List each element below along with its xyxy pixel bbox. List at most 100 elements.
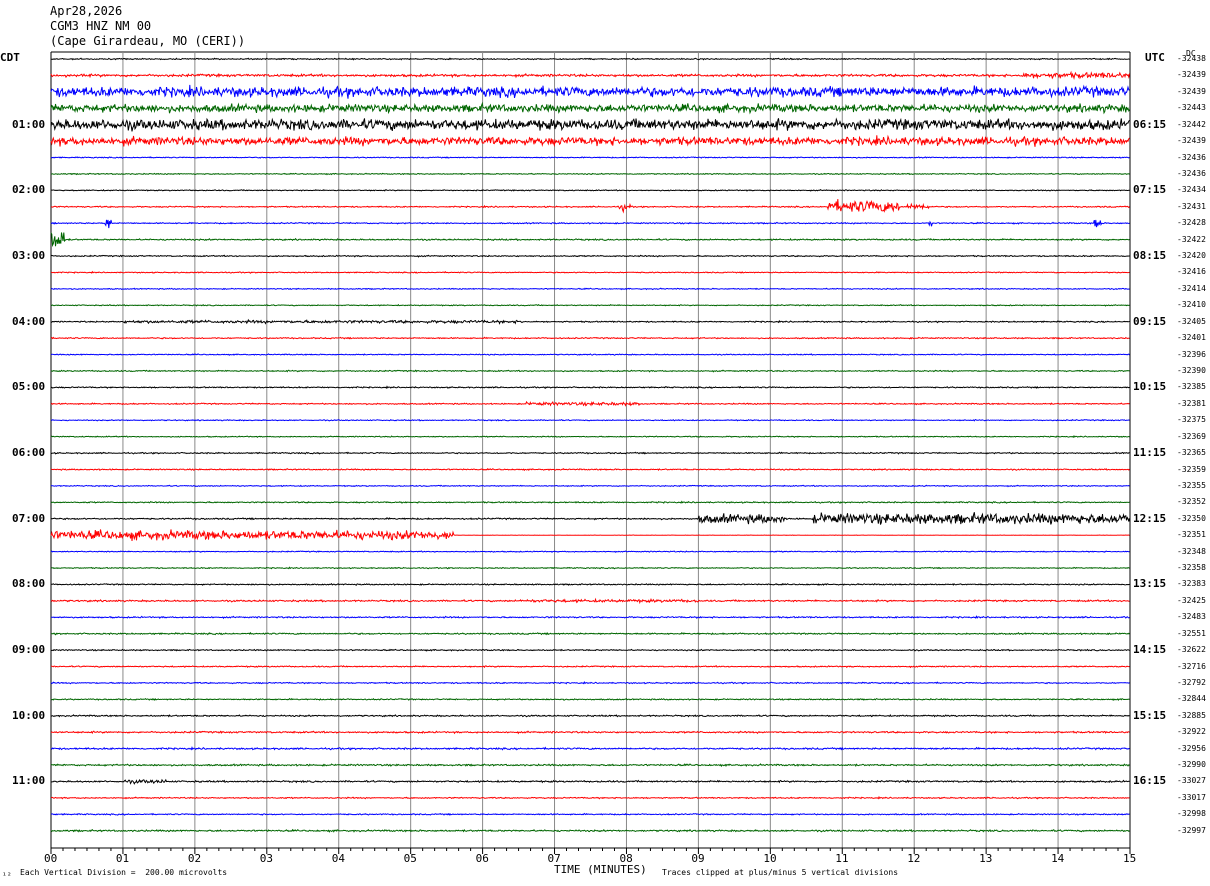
trace-33 — [50, 597, 1130, 605]
trace-44 — [50, 778, 1130, 785]
right-hour-label: 08:15 — [1133, 249, 1167, 263]
x-axis-ticks — [50, 848, 1131, 854]
dc-offset-label: -32431 — [1177, 201, 1206, 211]
trace-10 — [50, 219, 1130, 229]
dc-offset-label: -32383 — [1177, 579, 1206, 589]
x-tick-label: 02 — [187, 852, 202, 865]
dc-offset-label: -32351 — [1177, 530, 1206, 540]
dc-offset-label: -32385 — [1177, 382, 1206, 392]
trace-20 — [50, 385, 1130, 390]
dc-offset-label: -32422 — [1177, 234, 1206, 244]
x-tick-label: 13 — [979, 852, 993, 865]
x-tick-label: 14 — [1051, 852, 1065, 865]
dc-offset-label: -32436 — [1177, 152, 1206, 162]
dc-offset-label: -32483 — [1177, 612, 1206, 622]
dc-offset-label: -32844 — [1177, 694, 1206, 704]
x-tick-label: 06 — [475, 852, 489, 865]
x-tick-label: 15 — [1123, 852, 1137, 865]
x-tick-label: 12 — [907, 852, 921, 865]
trace-22 — [50, 418, 1130, 422]
dc-offset-label: -32434 — [1177, 185, 1206, 195]
right-hour-label: 07:15 — [1133, 183, 1167, 197]
dc-offset-label: -32405 — [1177, 316, 1206, 326]
trace-30 — [50, 550, 1130, 554]
scale-note: Each Vertical Division = 200.00 microvol… — [20, 868, 228, 877]
trace-3 — [50, 101, 1130, 115]
trace-8 — [50, 189, 1130, 192]
x-tick-label: 01 — [115, 852, 130, 865]
grid-lines — [50, 51, 1131, 849]
dc-offset-label: -32792 — [1177, 677, 1206, 687]
dc-offset-label: -32358 — [1177, 563, 1206, 573]
trace-36 — [50, 648, 1130, 652]
dc-offset-label: -32414 — [1177, 283, 1206, 293]
left-hour-label: 03:00 — [12, 249, 46, 263]
trace-25 — [50, 467, 1130, 472]
dc-offset-label: -32350 — [1177, 513, 1206, 523]
dc-offset-label: -32381 — [1177, 398, 1206, 408]
dc-offset-label: -32997 — [1177, 825, 1206, 835]
trace-27 — [50, 500, 1130, 504]
dc-offset-label: -32369 — [1177, 431, 1206, 441]
dc-offset-label: -32443 — [1177, 103, 1206, 113]
dc-offset-label: -32401 — [1177, 333, 1206, 343]
right-hour-label: 16:15 — [1133, 774, 1167, 788]
trace-19 — [50, 369, 1130, 373]
dc-offset-label: -32425 — [1177, 595, 1206, 605]
trace-18 — [50, 353, 1130, 356]
trace-26 — [50, 484, 1130, 488]
trace-11 — [50, 232, 1130, 248]
dc-offset-label: -32365 — [1177, 448, 1206, 458]
dc-offset-label: -32396 — [1177, 349, 1206, 359]
dc-offset-label: -32885 — [1177, 710, 1206, 720]
left-hour-label: 06:00 — [12, 446, 46, 460]
left-hour-label: 05:00 — [12, 380, 46, 394]
trace-29 — [50, 529, 1130, 541]
dc-offset-label: -32438 — [1177, 54, 1206, 63]
right-hour-label: 13:15 — [1133, 577, 1167, 591]
dc-offset-label: -32420 — [1177, 251, 1206, 261]
trace-9 — [50, 199, 1130, 214]
trace-47 — [50, 828, 1130, 833]
trace-35 — [51, 631, 1130, 636]
trace-6 — [50, 156, 1130, 159]
trace-0 — [50, 57, 1130, 61]
x-tick-label: 03 — [259, 852, 274, 865]
dc-offset-label: -32439 — [1177, 86, 1206, 96]
dc-offset-label: -32375 — [1177, 415, 1206, 425]
x-tick-label: 05 — [403, 852, 417, 865]
dc-offset-label: -32990 — [1177, 760, 1206, 770]
dc-offset-label: -32551 — [1177, 628, 1206, 638]
x-tick-label: 09 — [691, 852, 705, 865]
trace-12 — [50, 254, 1130, 258]
dc-offset-label: -32355 — [1177, 480, 1206, 490]
helicorder-plot — [50, 51, 1131, 854]
trace-32 — [50, 582, 1130, 587]
trace-40 — [50, 714, 1130, 718]
right-hour-label: 06:15 — [1133, 117, 1167, 131]
trace-37 — [50, 665, 1130, 669]
trace-15 — [50, 303, 1130, 307]
dc-offset-label: -32956 — [1177, 743, 1206, 753]
dc-offset-label: -32442 — [1177, 119, 1206, 129]
x-tick-label: 04 — [331, 852, 345, 865]
trace-39 — [50, 697, 1130, 702]
left-hour-label: 02:00 — [12, 183, 46, 197]
x-tick-label: 00 — [44, 852, 58, 865]
dc-offset-label: -32348 — [1177, 546, 1206, 556]
trace-13 — [50, 270, 1130, 274]
trace-46 — [50, 812, 1130, 816]
trace-1 — [50, 70, 1130, 80]
trace-23 — [50, 434, 1130, 439]
trace-28 — [50, 512, 1130, 525]
dc-offset-label: -33027 — [1177, 776, 1206, 786]
dc-offset-label: -32439 — [1177, 136, 1206, 146]
dc-offset-label: -32622 — [1177, 645, 1206, 655]
trace-31 — [50, 566, 1130, 570]
dc-offset-label: -32410 — [1177, 300, 1206, 310]
dc-offset-label: -32359 — [1177, 464, 1206, 474]
trace-45 — [50, 795, 1130, 800]
dc-offset-label: -32922 — [1177, 727, 1206, 737]
corner-mark: ¹² — [2, 871, 12, 880]
dc-offset-label: -32716 — [1177, 661, 1206, 671]
